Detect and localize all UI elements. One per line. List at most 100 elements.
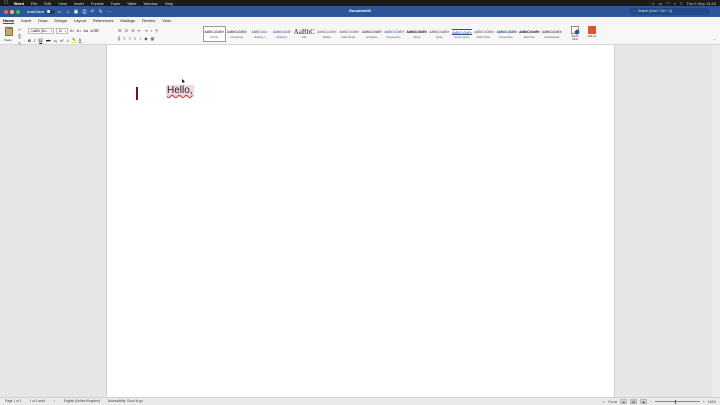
style-heading-2[interactable]: AaBbCcDdE Heading 2 [271,26,294,42]
style-no-spacing[interactable]: AaBbCcDdEe No Spacing [226,26,249,42]
tab-view[interactable]: View [162,17,171,24]
bold-icon[interactable]: B [28,38,31,43]
redo-icon[interactable]: ↻ [99,9,103,15]
accessibility-status[interactable]: Accessibility: Good to go [108,399,143,403]
language[interactable]: English (United Kingdom) [64,399,100,403]
print-icon[interactable]: ⎙ [82,9,86,15]
style-list-paragraph[interactable]: AaBbCcDdEe List Paragraph [541,26,564,42]
justify-icon[interactable]: ≡ [134,36,136,41]
styles-pane-button[interactable]: Styles Pane [569,26,581,44]
style-heading-1[interactable]: AaBbCcDc Heading 1 [248,26,271,42]
italic-icon[interactable]: I [34,38,35,43]
style-subtitle[interactable]: AaBbCcDdEe Subtitle [316,26,339,42]
style-intense-reference[interactable]: AaBbCcDdEe Intense Refe... [496,26,519,42]
tab-draw[interactable]: Draw [38,17,47,24]
view-read-mode[interactable]: ▤ [620,399,628,404]
style-intense-quote[interactable]: AaBbCcDdEe Intense Quote [451,26,474,42]
subscript-icon[interactable]: x₂ [54,38,58,43]
zoom-out-icon[interactable]: − [650,400,652,404]
document-page[interactable]: Hello, [106,45,615,397]
status-icon[interactable]: ◐ [652,1,654,6]
menu-help[interactable]: Help [165,1,173,6]
menu-edit[interactable]: Edit [44,1,51,6]
tab-layout[interactable]: Layout [74,17,86,24]
increase-indent-icon[interactable]: ⇥ [144,28,147,33]
view-web-layout[interactable]: ▦ [640,399,648,404]
home-icon[interactable]: ⌂ [67,9,70,15]
grow-font-icon[interactable]: A↑ [70,28,75,34]
align-right-icon[interactable]: ≡ [129,36,131,41]
multilevel-list-icon[interactable]: ☱ [131,28,135,33]
menu-file[interactable]: File [31,1,37,6]
bullets-icon[interactable]: ☰ [118,28,122,33]
cut-icon[interactable]: ✂ [18,27,21,32]
superscript-icon[interactable]: x² [60,38,63,43]
paste-button[interactable]: Paste [3,26,17,44]
undo-icon[interactable]: ↶ [90,9,94,15]
tab-insert[interactable]: Insert [21,17,31,24]
font-size-select[interactable]: 12 ▾ [56,28,68,34]
highlight-icon[interactable]: ✎ [72,37,76,43]
word-count[interactable]: 1 of 1 word [29,399,45,403]
font-name-select[interactable]: Calibri (Bo... ▾ [28,28,54,34]
menu-insert[interactable]: Insert [74,1,84,6]
align-center-icon[interactable]: ≡ [123,36,125,41]
view-print-layout[interactable]: ▥ [630,399,638,404]
vertical-scrollbar[interactable] [712,45,720,397]
zoom-window-button[interactable] [16,9,20,14]
search-spotlight-icon[interactable]: ⌕ [674,1,676,6]
change-case-icon[interactable]: Aa [83,28,88,34]
decrease-indent-icon[interactable]: ⇤ [138,28,141,33]
zoom-slider[interactable] [654,399,700,404]
style-emphasis[interactable]: AaBbCcDdEe Emphasis [361,26,384,42]
pilcrow-icon[interactable]: ¶ [156,28,158,33]
control-center-icon[interactable]: ≡ [680,1,682,6]
save-icon[interactable]: ▣ [74,9,79,15]
menu-table[interactable]: Table [127,1,137,6]
search-input[interactable]: ⌕ Search (Cmd + Ctrl + U) [630,7,710,15]
proofing-icon[interactable]: ✓ [53,399,56,403]
style-normal[interactable]: AaBbCcDdEe Normal [203,26,226,42]
add-ins-button[interactable]: Add-ins [586,26,598,44]
focus-label[interactable]: Focus [608,400,617,404]
shrink-font-icon[interactable]: A↓ [77,28,82,34]
style-subtle-reference[interactable]: AaBbCcDdEe Subtle Refer... [473,26,496,42]
focus-icon[interactable]: ▭ [602,400,605,404]
style-intense-emphasis[interactable]: AaBbCcDdEe Intense Emp... [383,26,406,42]
borders-icon[interactable]: ▦ [150,36,154,41]
numbering-icon[interactable]: ☷ [125,28,129,33]
shading-icon[interactable]: ◆ [144,36,147,41]
tab-design[interactable]: Design [54,17,66,24]
menu-app-name[interactable]: Word [14,1,24,6]
sort-icon[interactable]: ↕ [151,28,153,33]
style-book-title[interactable]: AaBbCcDdEe Book Title [518,26,541,42]
zoom-in-icon[interactable]: + [703,400,705,404]
tab-review[interactable]: Review [142,17,155,24]
line-spacing-icon[interactable]: ↕ [139,36,141,41]
autosave-toggle[interactable] [46,9,56,14]
battery-icon[interactable]: ▭ [659,1,663,6]
strikethrough-icon[interactable]: ab [46,38,50,43]
align-left-icon[interactable]: ≡ [118,36,121,41]
page-count[interactable]: Page 1 of 1 [5,399,21,403]
menu-view[interactable]: View [58,1,67,6]
menu-window[interactable]: Window [143,1,157,6]
style-strong[interactable]: AaBbCcDdEe Strong [406,26,429,42]
tab-mailings[interactable]: Mailings [120,17,135,24]
tab-references[interactable]: References [93,17,113,24]
minimize-window-button[interactable] [10,9,14,14]
style-title[interactable]: AaBbC Title [293,26,316,42]
clock[interactable]: Thu 5 Sep 14:43 [686,1,716,6]
underline-icon[interactable]: U [38,37,44,43]
style-quote[interactable]: AaBbCcDdEe Quote [428,26,451,42]
font-color-icon[interactable]: A [78,37,82,43]
zoom-level[interactable]: 164% [708,400,716,404]
text-effects-icon[interactable]: A [66,38,69,43]
style-subtle-emphasis[interactable]: AaBbCcDdEe Subtle Emph... [338,26,361,42]
wifi-icon[interactable]: ◠ [666,1,670,6]
copy-icon[interactable]: ⎘ [18,34,21,39]
close-window-button[interactable] [4,9,8,14]
menu-format[interactable]: Format [91,1,104,6]
collapse-ribbon-icon[interactable]: ⌃ [713,38,716,43]
clear-formatting-icon[interactable]: A⌫ [90,28,98,34]
